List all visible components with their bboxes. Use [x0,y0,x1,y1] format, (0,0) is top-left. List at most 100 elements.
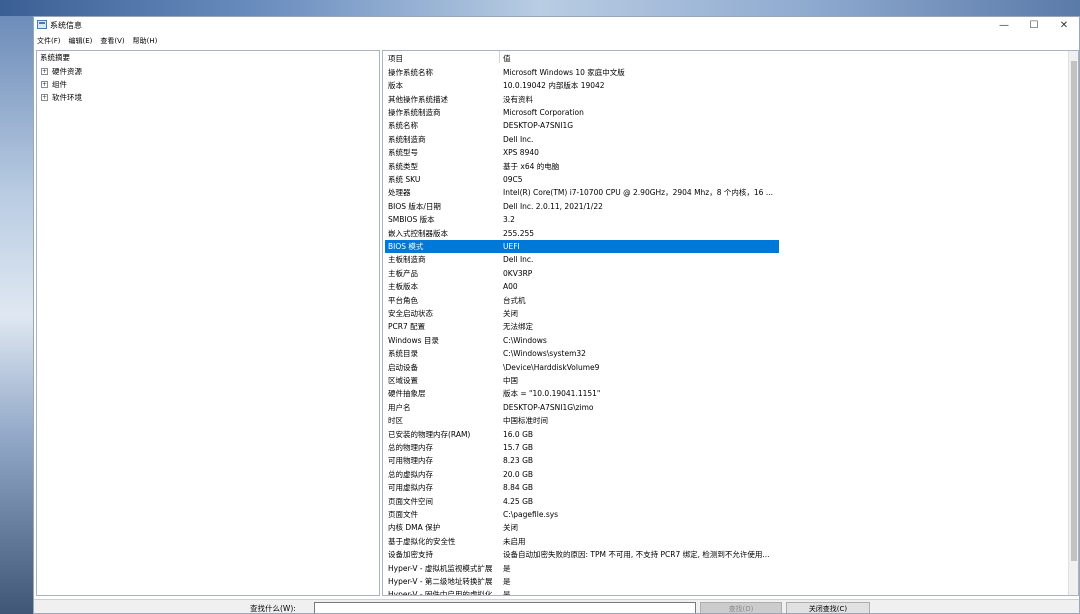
table-row[interactable]: 页面文件 C:\pagefile.sys [385,508,779,521]
row-item-value: 版本 = "10.0.19041.1151" [503,389,601,399]
column-header-item[interactable]: 项目 [385,53,503,64]
row-item-name: 平台角色 [388,295,418,305]
table-row[interactable]: 主板产品 0KV3RP [385,267,779,280]
table-row[interactable]: Windows 目录 C:\Windows [385,334,779,347]
table-row[interactable]: 其他操作系统描述 没有资料 [385,92,779,105]
menu-edit[interactable]: 编辑(E) [69,36,93,46]
table-row[interactable]: Hyper-V - 虚拟机监视模式扩展是 [385,561,779,574]
row-item-value: DESKTOP-A7SNI1G [503,121,574,131]
table-row[interactable]: 总的虚拟内存 20.0 GB [385,468,779,481]
table-row[interactable]: 内核 DMA 保护 关闭 [385,521,779,534]
menu-bar: 文件(F) 编辑(E) 查看(V) 帮助(H) [34,34,1079,48]
tree-item-system-summary[interactable]: 系统摘要 [40,52,70,63]
table-row[interactable]: 平台角色 台式机 [385,293,779,306]
table-row[interactable]: 系统目录 C:\Windows\system32 [385,347,779,360]
close-button[interactable]: ✕ [1049,17,1079,34]
table-row[interactable]: BIOS 模式 UEFI [385,239,779,254]
row-item-name: Hyper-V - 固件中启用的虚拟化 [388,590,493,596]
table-row[interactable]: 版本 10.0.19042 内部版本 19042 [385,79,779,92]
table-row[interactable]: Hyper-V - 第二级地址转换扩展是 [385,575,779,588]
row-item-name: 页面文件 [388,509,418,519]
row-item-name: Hyper-V - 第二级地址转换扩展 [388,576,493,586]
title-bar[interactable]: 系统信息 — ☐ ✕ [34,17,1079,34]
desktop-wallpaper-top [0,0,1080,16]
table-row[interactable]: 区域设置 中国 [385,374,779,387]
menu-help[interactable]: 帮助(H) [133,36,158,46]
row-item-name: 版本 [388,81,403,91]
scrollbar-thumb[interactable] [1071,61,1077,561]
row-item-name: 可用物理内存 [388,456,433,466]
row-item-value: UEFI [503,241,520,251]
find-input[interactable] [314,602,696,613]
row-item-value: 15.7 GB [503,442,534,452]
system-info-window: 系统信息 — ☐ ✕ 文件(F) 编辑(E) 查看(V) 帮助(H) 系统摘要 … [33,16,1080,614]
table-row[interactable]: 系统名称 DESKTOP-A7SNI1G [385,119,779,132]
table-row[interactable]: 硬件抽象层 版本 = "10.0.19041.1151" [385,387,779,400]
row-item-value: A00 [503,282,518,292]
row-item-value: 基于 x64 的电脑 [503,161,560,171]
tree-item-hardware-resources[interactable]: + 硬件资源 [41,66,82,77]
table-row[interactable]: BIOS 版本/日期 Dell Inc. 2.0.11, 2021/1/22 [385,200,779,213]
table-row[interactable]: 已安装的物理内存(RAM) 16.0 GB [385,427,779,440]
row-item-name: 硬件抽象层 [388,389,426,399]
table-row[interactable]: 页面文件空间 4.25 GB [385,494,779,507]
expand-icon[interactable]: + [41,81,48,88]
row-item-value: 关闭 [503,523,518,533]
table-row[interactable]: 系统类型 基于 x64 的电脑 [385,159,779,172]
table-row[interactable]: 处理器 Intel(R) Core(TM) i7-10700 CPU @ 2.90… [385,186,779,199]
column-divider[interactable] [499,51,500,63]
table-row[interactable]: 系统 SKU 09C5 [385,173,779,186]
row-item-value: 设备自动加密失败的原因: TPM 不可用, 不支持 PCR7 绑定, 检测到不允… [503,550,770,560]
row-item-name: 系统类型 [388,161,418,171]
row-item-name: Windows 目录 [388,335,439,345]
table-row[interactable]: 系统型号 XPS 8940 [385,146,779,159]
table-row[interactable]: 设备加密支持 设备自动加密失败的原因: TPM 不可用, 不支持 PCR7 绑定,… [385,548,779,561]
menu-file[interactable]: 文件(F) [37,36,61,46]
table-row[interactable]: 操作系统制造商 Microsoft Corporation [385,106,779,119]
tree-item-label: 软件环境 [52,93,82,102]
row-item-name: 系统名称 [388,121,418,131]
row-item-value: 0KV3RP [503,268,533,278]
vertical-scrollbar[interactable] [1068,51,1078,595]
table-row[interactable]: 主板制造商 Dell Inc. [385,253,779,266]
table-row[interactable]: PCR7 配置 无法绑定 [385,320,779,333]
expand-icon[interactable]: + [41,68,48,75]
table-row[interactable]: 启动设备 \Device\HarddiskVolume9 [385,360,779,373]
row-item-value: \Device\HarddiskVolume9 [503,362,600,372]
tree-item-label: 组件 [52,80,67,89]
row-item-name: 主板制造商 [388,255,426,265]
maximize-button[interactable]: ☐ [1019,17,1049,34]
close-find-button[interactable]: 关闭查找(C) [786,602,870,613]
table-row[interactable]: 系统制造商 Dell Inc. [385,133,779,146]
find-bar: 查找什么(W): 查找(D) 关闭查找(C) [34,599,1079,613]
row-item-value: Dell Inc. 2.0.11, 2021/1/22 [503,201,603,211]
table-row[interactable]: 基于虚拟化的安全性 未启用 [385,535,779,548]
table-row[interactable]: 可用物理内存 8.23 GB [385,454,779,467]
table-row[interactable]: 时区 中国标准时间 [385,414,779,427]
row-item-name: 时区 [388,416,403,426]
table-row[interactable]: Hyper-V - 固件中启用的虚拟化 是 [385,588,779,596]
tree-item-components[interactable]: + 组件 [41,79,67,90]
expand-icon[interactable]: + [41,94,48,101]
row-item-name: 总的虚拟内存 [388,469,433,479]
row-item-value: 是 [503,563,511,573]
row-item-value: 关闭 [503,308,518,318]
find-button[interactable]: 查找(D) [700,602,782,613]
table-row[interactable]: 总的物理内存 15.7 GB [385,441,779,454]
table-row[interactable]: 用户名 DESKTOP-A7SNI1G\zimo [385,401,779,414]
row-item-value: 中国标准时间 [503,416,548,426]
table-row[interactable]: 嵌入式控制器版本 255.255 [385,226,779,239]
row-item-name: PCR7 配置 [388,322,426,332]
row-item-name: 主板版本 [388,282,418,292]
table-row[interactable]: 主板版本 A00 [385,280,779,293]
table-row[interactable]: SMBIOS 版本 3.2 [385,213,779,226]
row-item-name: 页面文件空间 [388,496,433,506]
menu-view[interactable]: 查看(V) [100,36,124,46]
column-header-value[interactable]: 值 [503,53,779,64]
table-row[interactable]: 可用虚拟内存 8.84 GB [385,481,779,494]
minimize-button[interactable]: — [989,17,1019,34]
table-row[interactable]: 操作系统名称 Microsoft Windows 10 家庭中文版 [385,66,779,79]
table-row[interactable]: 安全启动状态 关闭 [385,307,779,320]
row-item-name: SMBIOS 版本 [388,215,435,225]
tree-item-software-environment[interactable]: + 软件环境 [41,92,82,103]
